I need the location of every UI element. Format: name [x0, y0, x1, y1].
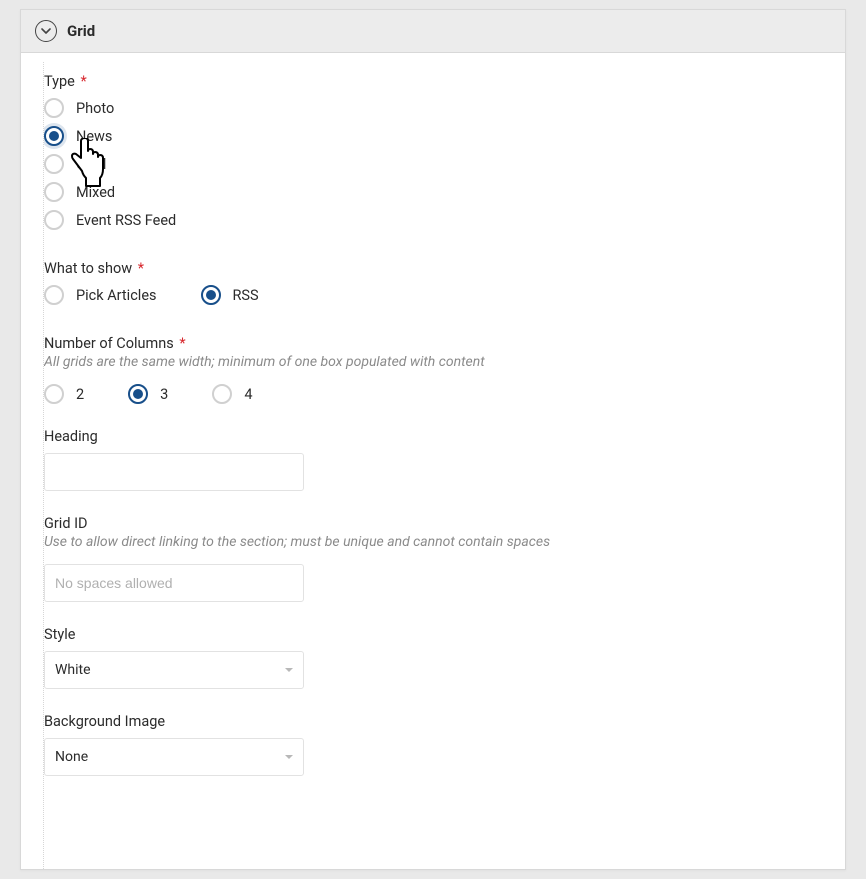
select-value: White: [55, 662, 91, 678]
radio-label: 2: [76, 386, 84, 403]
field-what-to-show: What to show * Pick Articles RSS: [44, 260, 823, 305]
caret-down-icon: [285, 668, 293, 672]
radio-type-photo[interactable]: Photo: [44, 98, 823, 118]
radio-icon: [44, 182, 64, 202]
required-marker: *: [80, 73, 86, 90]
radio-wts-rss[interactable]: RSS: [201, 285, 259, 305]
label-heading: Heading: [44, 428, 823, 445]
grid-panel: Grid Type * Photo News: [20, 9, 846, 870]
heading-input[interactable]: [44, 453, 304, 491]
radio-col-2[interactable]: 2: [44, 384, 84, 404]
radio-icon: [44, 285, 64, 305]
label-type-text: Type: [44, 73, 75, 90]
hint-grid-id: Use to allow direct linking to the secti…: [44, 534, 823, 550]
radio-label: 4: [244, 386, 252, 403]
radio-icon: [212, 384, 232, 404]
label-columns: Number of Columns *: [44, 335, 823, 352]
required-marker: *: [138, 260, 144, 277]
panel-header: Grid: [21, 10, 845, 53]
columns-options: 2 3 4: [44, 384, 823, 404]
radio-type-news[interactable]: News: [44, 126, 823, 146]
radio-wts-pick-articles[interactable]: Pick Articles: [44, 285, 157, 305]
radio-col-3[interactable]: 3: [128, 384, 168, 404]
what-to-show-options: Pick Articles RSS: [44, 285, 823, 305]
label-columns-text: Number of Columns: [44, 335, 174, 352]
radio-icon: [44, 384, 64, 404]
field-heading: Heading: [44, 428, 823, 491]
field-style: Style White: [44, 626, 823, 689]
bg-image-select[interactable]: None: [44, 738, 304, 776]
hint-columns: All grids are the same width; minimum of…: [44, 354, 823, 370]
chevron-down-icon: [41, 26, 51, 36]
radio-label: 3: [160, 386, 168, 403]
field-type: Type * Photo News Card: [44, 73, 823, 230]
radio-label: Photo: [76, 100, 114, 117]
radio-label: Pick Articles: [76, 287, 157, 304]
radio-label: Card: [76, 156, 106, 173]
caret-down-icon: [285, 755, 293, 759]
radio-icon: [128, 384, 148, 404]
panel-title: Grid: [67, 22, 95, 40]
radio-icon: [44, 126, 64, 146]
radio-label: RSS: [233, 287, 259, 304]
label-what-to-show: What to show *: [44, 260, 823, 277]
collapse-toggle[interactable]: [35, 20, 57, 42]
label-bg-image: Background Image: [44, 713, 823, 730]
label-grid-id: Grid ID: [44, 515, 823, 532]
style-select[interactable]: White: [44, 651, 304, 689]
radio-label: Event RSS Feed: [76, 212, 176, 229]
field-bg-image: Background Image None: [44, 713, 823, 776]
radio-type-mixed[interactable]: Mixed: [44, 182, 823, 202]
radio-icon: [44, 154, 64, 174]
type-options: Photo News Card Mixed: [44, 98, 823, 230]
select-value: None: [55, 749, 88, 765]
label-what-to-show-text: What to show: [44, 260, 132, 277]
radio-icon: [44, 210, 64, 230]
radio-type-card[interactable]: Card: [44, 154, 823, 174]
required-marker: *: [179, 335, 185, 352]
field-grid-id: Grid ID Use to allow direct linking to t…: [44, 515, 823, 602]
label-type: Type *: [44, 73, 823, 90]
radio-icon: [44, 98, 64, 118]
radio-col-4[interactable]: 4: [212, 384, 252, 404]
radio-type-event-rss[interactable]: Event RSS Feed: [44, 210, 823, 230]
radio-label: Mixed: [76, 184, 115, 201]
radio-label: News: [76, 128, 112, 145]
grid-id-input[interactable]: [44, 564, 304, 602]
field-columns: Number of Columns * All grids are the sa…: [44, 335, 823, 404]
radio-icon: [201, 285, 221, 305]
label-style: Style: [44, 626, 823, 643]
